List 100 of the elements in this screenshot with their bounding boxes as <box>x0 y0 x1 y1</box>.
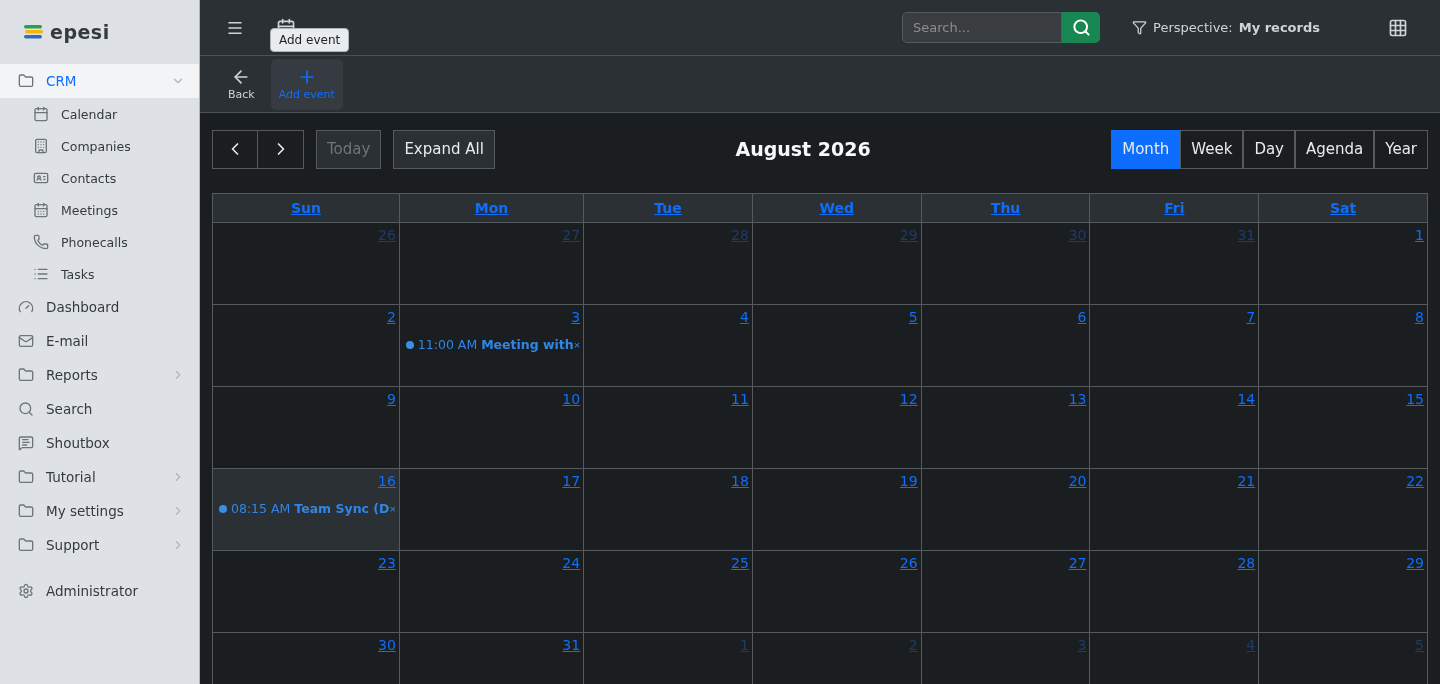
sidebar-item[interactable]: Tasks <box>0 258 199 290</box>
day-number[interactable]: 19 <box>899 473 918 489</box>
sidebar-item[interactable]: Companies <box>0 130 199 162</box>
day-number[interactable]: 13 <box>1068 391 1087 407</box>
day-cell[interactable]: 2 <box>213 305 400 387</box>
day-cell[interactable]: 13 <box>921 387 1091 469</box>
folder-icon <box>18 503 34 519</box>
view-tab[interactable]: Agenda <box>1295 129 1375 169</box>
weekday-header[interactable]: Fri <box>1090 194 1260 223</box>
day-number[interactable]: 28 <box>1237 555 1256 571</box>
day-number[interactable]: 7 <box>1246 309 1256 325</box>
day-cell[interactable]: 3 11:00 AM Meeting with× <box>399 305 585 387</box>
day-number[interactable]: 1 <box>1415 227 1424 243</box>
sidebar-item[interactable]: Phonecalls <box>0 226 199 258</box>
day-cell[interactable]: 22 <box>1259 469 1428 551</box>
sidebar-item[interactable]: Dashboard <box>0 290 199 324</box>
perspective-button[interactable]: Perspective: My records <box>1126 19 1326 36</box>
sidebar-item[interactable]: Reports <box>0 358 199 392</box>
day-number[interactable]: 31 <box>562 637 581 653</box>
sidebar-item[interactable]: Calendar <box>0 98 199 130</box>
day-cell[interactable]: 28 <box>1090 551 1260 633</box>
day-cell[interactable]: 11 <box>584 387 753 469</box>
day-cell[interactable]: 25 <box>584 551 753 633</box>
sidebar-item[interactable]: Search <box>0 392 199 426</box>
day-number[interactable]: 20 <box>1068 473 1087 489</box>
sidebar-item[interactable]: Meetings <box>0 194 199 226</box>
search-field[interactable]: Search... <box>902 12 1063 43</box>
sidebar-item[interactable]: Administrator <box>0 574 199 608</box>
view-tab[interactable]: Week <box>1180 129 1244 169</box>
sidebar-item[interactable]: Support <box>0 528 199 562</box>
next-button[interactable] <box>258 129 304 169</box>
day-number[interactable]: 24 <box>562 555 581 571</box>
day-number[interactable]: 16 <box>378 473 396 489</box>
day-cell[interactable]: 26 <box>752 551 922 633</box>
day-cell[interactable]: 20 <box>921 469 1091 551</box>
day-number[interactable]: 25 <box>731 555 749 571</box>
day-number[interactable]: 30 <box>378 637 396 653</box>
day-cell[interactable]: 4 <box>584 305 753 387</box>
day-cell[interactable]: 14 <box>1090 387 1260 469</box>
day-cell[interactable]: 23 <box>213 551 400 633</box>
day-number[interactable]: 11 <box>731 391 749 407</box>
back-button[interactable]: Back <box>220 58 263 110</box>
day-cell[interactable]: 5 <box>752 305 922 387</box>
add-event-button[interactable]: Add event <box>270 58 343 110</box>
day-number[interactable]: 26 <box>899 555 918 571</box>
day-number[interactable]: 17 <box>562 473 581 489</box>
day-cell[interactable]: 24 <box>399 551 585 633</box>
day-cell[interactable]: 10 <box>399 387 585 469</box>
event-link[interactable]: 11:00 AM Meeting with <box>417 337 574 352</box>
view-tab[interactable]: Month <box>1111 129 1181 169</box>
day-cell[interactable]: 31 <box>399 633 585 684</box>
day-number[interactable]: 3 <box>571 309 581 325</box>
day-cell[interactable]: 8 <box>1259 305 1428 387</box>
view-tab[interactable]: Day <box>1243 129 1295 169</box>
day-cell[interactable]: 21 <box>1090 469 1260 551</box>
event-link[interactable]: 08:15 AM Team Sync (D <box>231 501 390 516</box>
weekday-header[interactable]: Sat <box>1259 194 1428 223</box>
sidebar-item[interactable]: My settings <box>0 494 199 528</box>
weekday-header[interactable]: Thu <box>921 194 1091 223</box>
previous-button[interactable] <box>212 129 258 169</box>
view-tab[interactable]: Year <box>1374 129 1428 169</box>
sidebar-item[interactable]: CRM <box>0 64 199 98</box>
sidebar-item[interactable]: Shoutbox <box>0 426 199 460</box>
day-number[interactable]: 9 <box>386 391 396 407</box>
day-cell[interactable]: 30 <box>213 633 400 684</box>
day-cell[interactable]: 7 <box>1090 305 1260 387</box>
day-number[interactable]: 14 <box>1237 391 1256 407</box>
day-number[interactable]: 8 <box>1415 309 1424 325</box>
day-number[interactable]: 4 <box>740 309 749 325</box>
day-cell[interactable]: 17 <box>399 469 585 551</box>
sidebar-item[interactable]: Tutorial <box>0 460 199 494</box>
search-button[interactable] <box>1062 12 1101 43</box>
sidebar-item[interactable]: E-mail <box>0 324 199 358</box>
day-cell[interactable]: 27 <box>921 551 1091 633</box>
day-cell[interactable]: 18 <box>584 469 753 551</box>
day-cell[interactable]: 29 <box>1259 551 1428 633</box>
weekday-header[interactable]: Mon <box>399 194 585 223</box>
day-number[interactable]: 6 <box>1077 309 1087 325</box>
weekday-header[interactable]: Sun <box>213 194 400 223</box>
weekday-header[interactable]: Tue <box>584 194 753 223</box>
day-cell[interactable]: 1 <box>1259 223 1428 305</box>
expand-all-button[interactable]: Expand All <box>393 129 495 169</box>
day-number[interactable]: 23 <box>378 555 396 571</box>
day-cell[interactable]: 19 <box>752 469 922 551</box>
day-number[interactable]: 5 <box>908 309 918 325</box>
day-number[interactable]: 27 <box>1068 555 1087 571</box>
day-cell[interactable]: 16 08:15 AM Team Sync (D× <box>213 469 400 551</box>
day-number[interactable]: 12 <box>899 391 918 407</box>
day-number[interactable]: 21 <box>1237 473 1256 489</box>
day-number[interactable]: 22 <box>1406 473 1424 489</box>
day-cell[interactable]: 6 <box>921 305 1091 387</box>
day-number[interactable]: 2 <box>386 309 396 325</box>
day-number[interactable]: 18 <box>731 473 749 489</box>
day-cell[interactable]: 12 <box>752 387 922 469</box>
day-number[interactable]: 10 <box>562 391 581 407</box>
day-number[interactable]: 29 <box>1406 555 1424 571</box>
day-cell[interactable]: 15 <box>1259 387 1428 469</box>
weekday-header[interactable]: Wed <box>752 194 922 223</box>
day-number[interactable]: 15 <box>1406 391 1424 407</box>
sidebar-item[interactable]: Contacts <box>0 162 199 194</box>
